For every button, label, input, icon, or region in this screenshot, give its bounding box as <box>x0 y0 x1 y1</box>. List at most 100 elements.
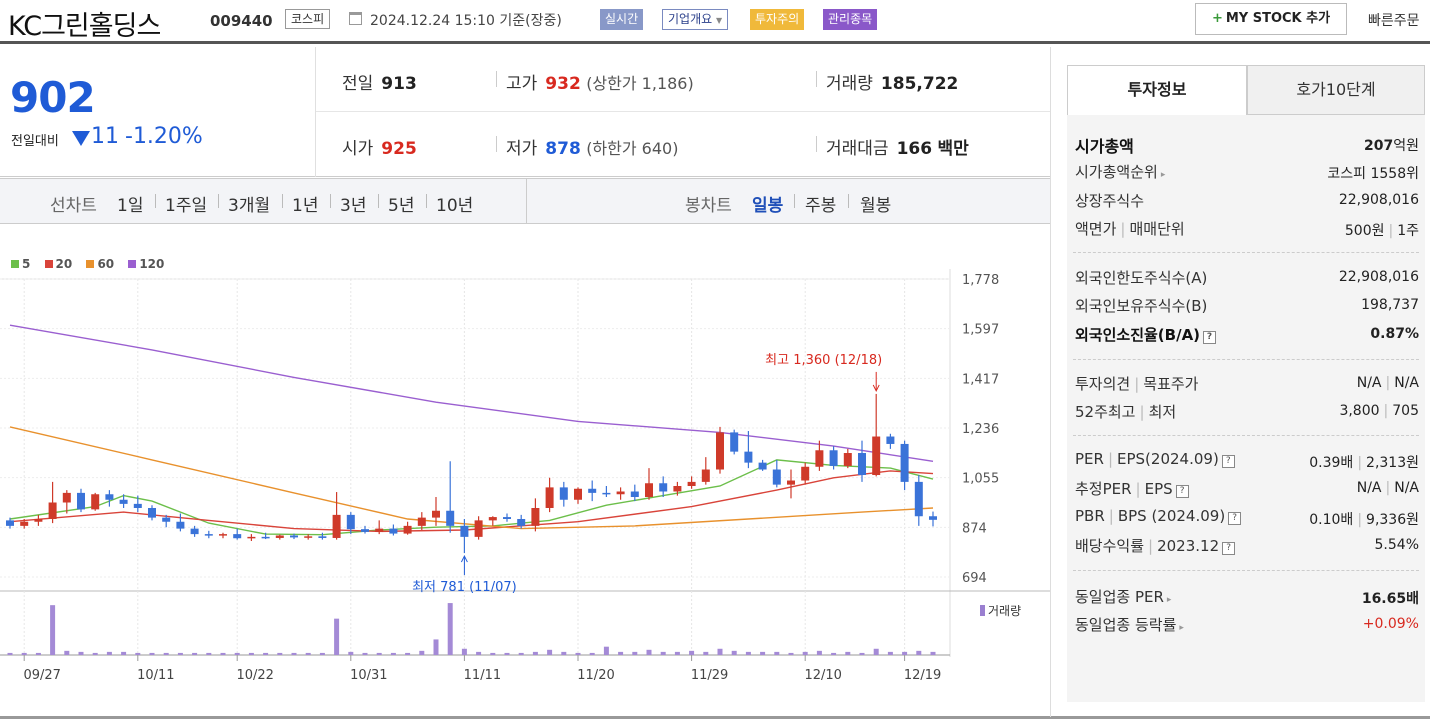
volume-bar <box>348 651 354 655</box>
candle-body <box>417 517 426 526</box>
tab-monthly[interactable]: 월봉 <box>860 191 891 216</box>
candle-body <box>574 488 582 500</box>
candle-body <box>304 536 313 538</box>
quote-row-2: 시가 925 저가 878 (하한가 640) 거래대금 166 백만 <box>316 112 1050 177</box>
tab-weekly[interactable]: 주봉 <box>805 191 836 216</box>
volume-bar <box>788 652 794 655</box>
volume-bar <box>532 651 538 655</box>
help-icon[interactable]: ? <box>1222 542 1236 555</box>
candle-body <box>162 517 171 522</box>
tab-period-1y[interactable]: 1년 <box>292 191 318 216</box>
candle-body <box>204 534 213 536</box>
volume-bar <box>21 652 27 655</box>
dropdown-arrow-icon: ▼ <box>716 16 723 25</box>
volume-bar <box>334 618 340 655</box>
volume-bar <box>419 650 425 655</box>
candle-body <box>829 450 838 466</box>
volume-bar <box>177 652 183 655</box>
day-low: 저가 878 (하한가 640) <box>506 139 679 159</box>
volume-bar <box>390 652 396 655</box>
x-tick-label: 10/22 <box>236 668 273 683</box>
candle-body <box>290 535 298 538</box>
volume-bar <box>192 652 198 655</box>
company-overview-dropdown[interactable]: 기업개요 ▼ <box>662 9 729 30</box>
candle-body <box>176 521 185 529</box>
tab-period-5y[interactable]: 5년 <box>388 191 414 216</box>
candle-body <box>62 492 71 503</box>
tab-period-1d[interactable]: 1일 <box>117 191 143 216</box>
y-tick-label: 1,236 <box>962 422 999 437</box>
market-cap-rank-row[interactable]: 시가총액순위 ▸ 코스피 1558위 <box>1075 161 1419 185</box>
realtime-badge[interactable]: 실시간 <box>600 9 644 30</box>
help-icon[interactable]: ? <box>1203 331 1217 344</box>
volume-bar <box>376 652 382 655</box>
ma-line-5 <box>9 459 934 536</box>
candle-body <box>801 466 810 481</box>
tab-period-1w[interactable]: 1주일 <box>165 191 207 216</box>
industry-change-row[interactable]: 동일업종 등락률 ▸ +0.09% <box>1075 614 1419 638</box>
volume-bar <box>476 651 482 655</box>
candle-body <box>503 517 511 519</box>
par-value-row: 액면가 | 매매단위 500원 | 1주 <box>1075 220 1419 239</box>
price-change: 11 <box>91 124 119 149</box>
volume-bar <box>50 605 56 655</box>
tab-period-10y[interactable]: 10년 <box>436 191 473 216</box>
candle-body <box>488 517 497 521</box>
volume-bar <box>561 651 567 655</box>
current-price: 902 <box>10 73 96 122</box>
candle-body <box>645 483 653 498</box>
y-tick-label: 874 <box>962 521 987 536</box>
candle-body <box>843 453 852 466</box>
tab-candle-chart[interactable]: 봉차트 <box>685 191 732 216</box>
volume-bar <box>831 652 837 655</box>
tab-period-3m[interactable]: 3개월 <box>228 191 270 216</box>
volume-bar <box>618 651 624 655</box>
volume-bar <box>731 650 737 655</box>
add-mystock-button[interactable]: + MY STOCK 추가 <box>1195 3 1347 35</box>
down-triangle-icon <box>72 131 90 146</box>
x-tick-label: 10/11 <box>137 668 174 683</box>
candle-body <box>318 536 327 538</box>
trade-amount: 거래대금 166 백만 <box>826 139 969 159</box>
volume-bar <box>220 652 226 655</box>
tab-daily[interactable]: 일봉 <box>752 191 783 216</box>
candle-body <box>659 483 668 492</box>
help-icon[interactable]: ? <box>1175 485 1189 498</box>
volume-bar <box>916 650 922 655</box>
quote-summary: 902 전일대비 11 -1.20% 전일 913 고가 932 (상한가 1,18… <box>0 47 1050 177</box>
candle-body <box>460 525 469 537</box>
price-chart[interactable]: 5 20 60 120 09/27 10/11 10/22 10/31 11/11 11/… <box>0 225 1050 717</box>
y-tick-label: 1,417 <box>962 372 999 387</box>
volume-bar <box>646 649 652 655</box>
tab-line-chart[interactable]: 선차트 <box>50 191 97 216</box>
volume-bar <box>277 652 283 655</box>
help-icon[interactable]: ? <box>1228 512 1242 525</box>
volume-bar <box>135 652 141 655</box>
candle-body <box>929 516 937 520</box>
day-high: 고가 932 (상한가 1,186) <box>506 74 694 94</box>
volume-bar <box>106 651 112 655</box>
volume-bar <box>447 603 453 655</box>
stock-header: KC그린홀딩스 009440 코스피 2024.12.24 15:10 기준(장… <box>0 0 1430 44</box>
tab-period-3y[interactable]: 3년 <box>340 191 366 216</box>
industry-per-row[interactable]: 동일업종 PER ▸ 16.65배 <box>1075 586 1419 610</box>
invest-info-list: 시가총액 207억원 시가총액순위 ▸ 코스피 1558위 상장주식수 22,90… <box>1067 115 1425 702</box>
tab-orderbook[interactable]: 호가10단계 <box>1247 65 1425 115</box>
candle-body <box>219 534 227 536</box>
foreign-ratio-row: 외국인소진율(B/A)? 0.87% <box>1075 326 1419 344</box>
volume-bar <box>760 651 766 655</box>
candle-body <box>332 514 341 538</box>
candle-body <box>261 536 270 539</box>
chevron-right-icon: ▸ <box>1160 170 1166 180</box>
volume-bar <box>433 639 439 655</box>
volume-bar <box>64 650 70 655</box>
candle-body <box>133 503 142 508</box>
candle-body <box>758 462 767 470</box>
y-tick-label: 1,778 <box>962 273 999 288</box>
market-cap-row: 시가총액 207억원 <box>1075 137 1419 156</box>
help-icon[interactable]: ? <box>1221 455 1235 468</box>
candle-body <box>474 520 483 537</box>
quick-order-link[interactable]: 빠른주문 <box>1368 10 1420 30</box>
tab-invest-info[interactable]: 투자정보 <box>1067 65 1247 115</box>
candle-body <box>630 491 639 498</box>
